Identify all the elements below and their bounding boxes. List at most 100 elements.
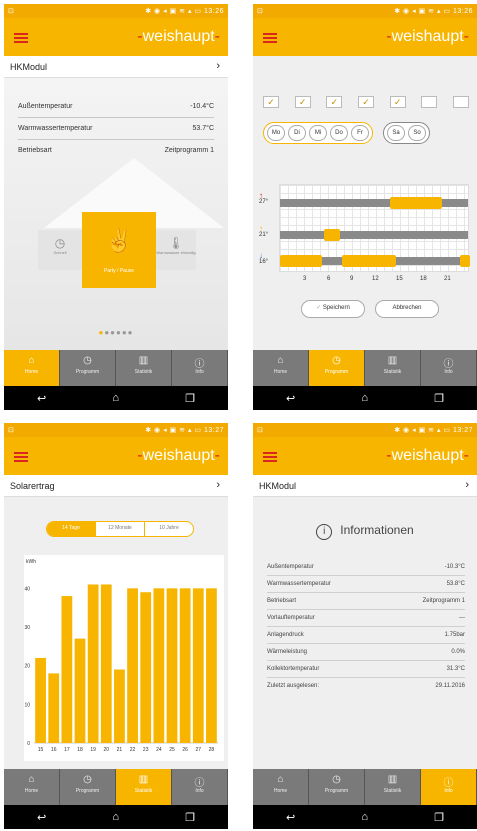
chevron-right-icon: › <box>216 479 220 491</box>
recent-apps-icon[interactable]: ❐ <box>434 811 444 824</box>
tab-home[interactable]: ⌂ Home <box>4 769 60 805</box>
arrow-up-icon: ↑ <box>259 191 263 200</box>
day-checkbox[interactable] <box>421 96 438 108</box>
home-button-icon[interactable]: ⌂ <box>112 811 119 823</box>
day-fr[interactable]: Fr <box>351 125 369 141</box>
check-icon: ✓ <box>316 305 323 311</box>
info-row: Warmwassertemperatur 53.8°C <box>267 576 465 593</box>
schedule-segment[interactable] <box>460 255 470 267</box>
day-checkbox[interactable]: ✓ <box>326 96 343 108</box>
x-tick-label: 17 <box>64 747 70 753</box>
day-mo[interactable]: Mo <box>267 125 285 141</box>
x-tick-label: 27 <box>196 747 202 753</box>
tab-info[interactable]: ⓘ Info <box>172 350 228 386</box>
schedule-segment[interactable] <box>324 229 340 241</box>
save-button[interactable]: ✓ Speichern <box>301 300 365 318</box>
menu-icon[interactable] <box>14 452 28 462</box>
solar-yield-chart: kWh 0 10 20 30 40 15 16 17 18 19 20 21 22 23 24 25 26 27 28 <box>24 555 224 761</box>
info-heading: i Informationen <box>253 523 477 540</box>
bottom-nav: ⌂ Home ◷ Programm ▥ Statistik ⓘ Info <box>253 769 477 805</box>
tab-programm[interactable]: ◷ Programm <box>309 769 365 805</box>
temp-high-label: ↑ 27° <box>259 191 269 206</box>
home-button-icon[interactable]: ⌂ <box>112 392 119 404</box>
day-di[interactable]: Di <box>288 125 306 141</box>
tab-programm[interactable]: ◷ Programm <box>309 350 365 386</box>
y-axis-label: kWh <box>26 559 36 565</box>
tab-12-monate[interactable]: 12 Monate <box>96 522 145 536</box>
tab-home[interactable]: ⌂ Home <box>253 769 309 805</box>
tab-info[interactable]: ⓘ Info <box>172 769 228 805</box>
day-mi[interactable]: Mi <box>309 125 327 141</box>
menu-icon[interactable] <box>263 33 277 43</box>
home-icon: ⌂ <box>277 774 284 785</box>
status-bar: ⊡ ✱ ◉ ◂ ▣ ≋ ▴ ▭ 13:27 <box>4 423 228 437</box>
bar-chart-icon: ▥ <box>138 355 149 366</box>
recent-apps-icon[interactable]: ❐ <box>185 392 195 405</box>
schedule-grid[interactable] <box>279 184 470 272</box>
mode-quick-button[interactable]: ◷ Schnell <box>38 230 82 270</box>
day-checkbox[interactable]: ✓ <box>294 96 311 108</box>
day-checkbox[interactable]: ✓ <box>263 96 279 108</box>
y-tick-label: 20 <box>24 664 30 670</box>
mode-hotwater-button[interactable]: 🌡 Warmwasser einmalig <box>156 230 196 270</box>
screen-programm: ⊡ ✱ ◉ ◂ ▣ ≋ ▴ ▭ 13:26 -weishaupt- ✓ ✓ ✓ … <box>253 4 477 410</box>
tab-home[interactable]: ⌂ Home <box>253 350 309 386</box>
home-icon: ⌂ <box>28 774 35 785</box>
info-icon: ⓘ <box>443 778 454 789</box>
arrow-icon: ↑ <box>259 224 263 233</box>
menu-icon[interactable] <box>263 452 277 462</box>
schedule-segment[interactable] <box>342 255 396 267</box>
tab-statistik[interactable]: ▥ Statistik <box>365 769 421 805</box>
tab-home[interactable]: ⌂ Home <box>4 350 60 386</box>
day-checkbox[interactable] <box>452 96 469 108</box>
brand-logo: -weishaupt- <box>386 447 469 464</box>
module-selector[interactable]: HKModul › <box>4 56 228 78</box>
day-checkbox[interactable]: ✓ <box>357 96 374 108</box>
tab-10-jahre[interactable]: 10 Jahre <box>145 522 193 536</box>
bar <box>87 584 99 743</box>
bar-chart-icon: ▥ <box>387 355 398 366</box>
copy-day-checkboxes: ✓ ✓ ✓ ✓ ✓ <box>263 96 469 108</box>
bar <box>114 669 125 743</box>
app-bar: -weishaupt- <box>253 18 477 56</box>
day-sa[interactable]: Sa <box>387 125 405 141</box>
tab-info[interactable]: ⓘ Info <box>421 350 477 386</box>
day-do[interactable]: Do <box>330 125 348 141</box>
back-icon[interactable]: ↩ <box>286 811 295 824</box>
tab-statistik[interactable]: ▥ Statistik <box>365 350 421 386</box>
mode-party-button[interactable]: ✌ Party / Pause <box>82 212 156 288</box>
brand-logo: -weishaupt- <box>137 447 220 464</box>
status-bar: ⊡ ✱ ◉ ◂ ▣ ≋ ▴ ▭ 13:26 <box>253 4 477 18</box>
tab-programm[interactable]: ◷ Programm <box>60 769 116 805</box>
statistic-selector[interactable]: Solarertrag › <box>4 475 228 497</box>
day-so[interactable]: So <box>408 125 426 141</box>
info-icon: ⓘ <box>443 359 454 370</box>
back-icon[interactable]: ↩ <box>37 392 46 405</box>
bar <box>140 592 152 743</box>
clock-icon: ◷ <box>332 355 341 366</box>
status-time: 13:26 <box>452 8 473 15</box>
info-row: Wärmeleistung 0.0% <box>267 644 465 661</box>
arrow-down-icon: ↓ <box>259 251 263 260</box>
menu-icon[interactable] <box>14 33 28 43</box>
tab-info[interactable]: ⓘ Info <box>421 769 477 805</box>
home-button-icon[interactable]: ⌂ <box>361 811 368 823</box>
status-time: 13:26 <box>203 8 224 15</box>
tab-statistik[interactable]: ▥ Statistik <box>116 350 172 386</box>
home-button-icon[interactable]: ⌂ <box>361 392 368 404</box>
back-icon[interactable]: ↩ <box>37 811 46 824</box>
module-title: HKModul <box>10 62 48 72</box>
schedule-segment[interactable] <box>390 197 442 209</box>
schedule-segment[interactable] <box>280 255 322 267</box>
recent-apps-icon[interactable]: ❐ <box>434 392 444 405</box>
day-checkbox[interactable]: ✓ <box>389 96 406 108</box>
tab-programm[interactable]: ◷ Programm <box>60 350 116 386</box>
status-list: Außentemperatur -10.4°C Warmwassertempera… <box>18 96 214 161</box>
tab-14-tage[interactable]: 14 Tage <box>47 522 96 536</box>
back-icon[interactable]: ↩ <box>286 392 295 405</box>
module-selector[interactable]: HKModul › <box>253 475 477 497</box>
app-bar: -weishaupt- <box>253 437 477 475</box>
recent-apps-icon[interactable]: ❐ <box>185 811 195 824</box>
cancel-button[interactable]: Abbrechen <box>375 300 439 318</box>
tab-statistik[interactable]: ▥ Statistik <box>116 769 172 805</box>
